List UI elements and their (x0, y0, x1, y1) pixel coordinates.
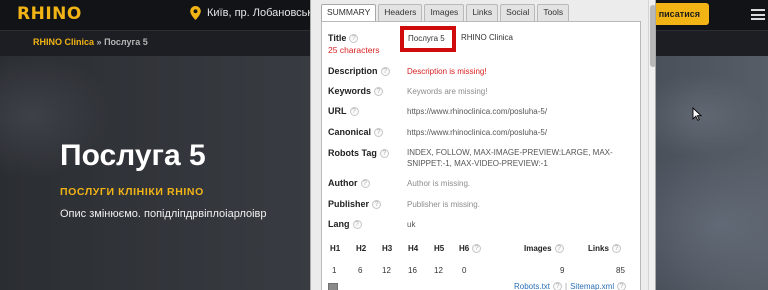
stat-header-h5: H5 (434, 244, 445, 253)
help-icon[interactable]: ? (349, 106, 359, 116)
hero-title: Послуга 5 (60, 139, 206, 172)
tab-links[interactable]: Links (466, 4, 499, 21)
publisher-label: Publisher ? (328, 199, 382, 209)
breadcrumb-home-link[interactable]: RHINO Clinica (33, 37, 94, 47)
keywords-value: Keywords are missing! (407, 87, 488, 96)
lang-value: uk (407, 220, 416, 229)
title-value-rest: RHINO Clinica (461, 33, 514, 42)
breadcrumb-separator: » (96, 37, 102, 47)
breadcrumb-current: Послуга 5 (104, 37, 148, 47)
url-value[interactable]: https://www.rhinoclinica.com/posluha-5/ (407, 107, 547, 116)
help-icon[interactable]: ? (379, 148, 389, 158)
location-info[interactable]: Київ, пр. Лобановськог (190, 6, 322, 20)
stat-header-h1: H1 (330, 244, 341, 253)
sitemap-xml-link[interactable]: Sitemap.xml (570, 282, 614, 290)
robots-txt-link[interactable]: Robots.txt (514, 282, 550, 290)
footer-separator: | (565, 282, 568, 290)
robots-value: INDEX, FOLLOW, MAX-IMAGE-PREVIEW:LARGE, … (407, 148, 613, 168)
tab-summary[interactable]: SUMMARY (321, 4, 377, 22)
stat-value-h6: 0 (462, 266, 467, 275)
stat-value-h2: 6 (358, 266, 363, 275)
stat-header-h6: H6 ? (459, 244, 482, 253)
location-text: Київ, пр. Лобановськог (207, 7, 323, 19)
description-label: Description ? (328, 66, 390, 76)
scrollbar-thumb[interactable] (650, 5, 655, 67)
hero-subtitle: ПОСЛУГИ КЛІНІКИ RHINO (60, 186, 204, 198)
help-icon[interactable]: ? (349, 33, 359, 43)
help-icon[interactable]: ? (617, 282, 627, 290)
tab-images[interactable]: Images (424, 4, 465, 21)
title-label: Title ? (328, 33, 359, 43)
footer-checkbox-icon[interactable] (328, 283, 338, 290)
hero-description: Опис змінюємо. попідліпдрвіплоіарлоівр (60, 208, 267, 220)
tab-social[interactable]: Social (500, 4, 536, 21)
title-highlight-box: Послуга 5 (400, 26, 456, 52)
stat-header-h4: H4 (408, 244, 419, 253)
stat-value-h3: 12 (382, 266, 391, 275)
mouse-cursor-icon (692, 107, 702, 121)
author-value: Author is missing. (407, 179, 471, 188)
tab-tools[interactable]: Tools (537, 4, 570, 21)
help-icon[interactable]: ? (611, 244, 621, 253)
stat-header-images: Images ? (524, 244, 564, 253)
tab-headers[interactable]: Headers (378, 4, 423, 21)
stat-header-h2: H2 (356, 244, 367, 253)
stat-header-links: Links ? (588, 244, 621, 253)
title-char-count: 25 characters (328, 45, 380, 55)
canonical-label: Canonical ? (328, 127, 384, 137)
help-icon[interactable]: ? (372, 199, 382, 209)
title-value-highlighted: Послуга 5 (408, 34, 445, 43)
map-pin-icon (190, 6, 201, 20)
stat-value-images: 9 (560, 266, 565, 275)
stat-value-h1: 1 (332, 266, 337, 275)
footer-links: Robots.txt ? | Sitemap.xml ? (514, 282, 627, 290)
hamburger-menu-icon[interactable] (751, 9, 765, 20)
summary-content: Title ? 25 characters Послуга 5 RHINO Cl… (321, 21, 641, 290)
author-label: Author ? (328, 178, 370, 188)
help-icon[interactable]: ? (472, 244, 482, 253)
publisher-value: Publisher is missing. (407, 200, 480, 209)
robots-label: Robots Tag ? (328, 148, 389, 158)
canonical-value[interactable]: https://www.rhinoclinica.com/posluha-5/ (407, 128, 547, 137)
help-icon[interactable]: ? (352, 219, 362, 229)
stat-value-h5: 12 (434, 266, 443, 275)
panel-tabs: SUMMARY Headers Images Links Social Tool… (321, 4, 570, 22)
keywords-label: Keywords ? (328, 86, 384, 96)
help-icon[interactable]: ? (554, 244, 564, 253)
site-logo[interactable]: RHINO (17, 4, 82, 24)
panel-scrollbar[interactable] (648, 0, 655, 290)
help-icon[interactable]: ? (374, 86, 384, 96)
lang-label: Lang ? (328, 219, 362, 229)
seo-extension-panel: SUMMARY Headers Images Links Social Tool… (310, 0, 656, 290)
help-icon[interactable]: ? (553, 282, 563, 290)
breadcrumb: RHINO Clinica » Послуга 5 (33, 37, 148, 47)
description-value: Description is missing! (407, 67, 487, 76)
stat-value-links: 85 (616, 266, 625, 275)
help-icon[interactable]: ? (374, 127, 384, 137)
help-icon[interactable]: ? (380, 66, 390, 76)
stat-header-h3: H3 (382, 244, 393, 253)
help-icon[interactable]: ? (360, 178, 370, 188)
stat-value-h4: 16 (408, 266, 417, 275)
url-label: URL ? (328, 106, 359, 116)
